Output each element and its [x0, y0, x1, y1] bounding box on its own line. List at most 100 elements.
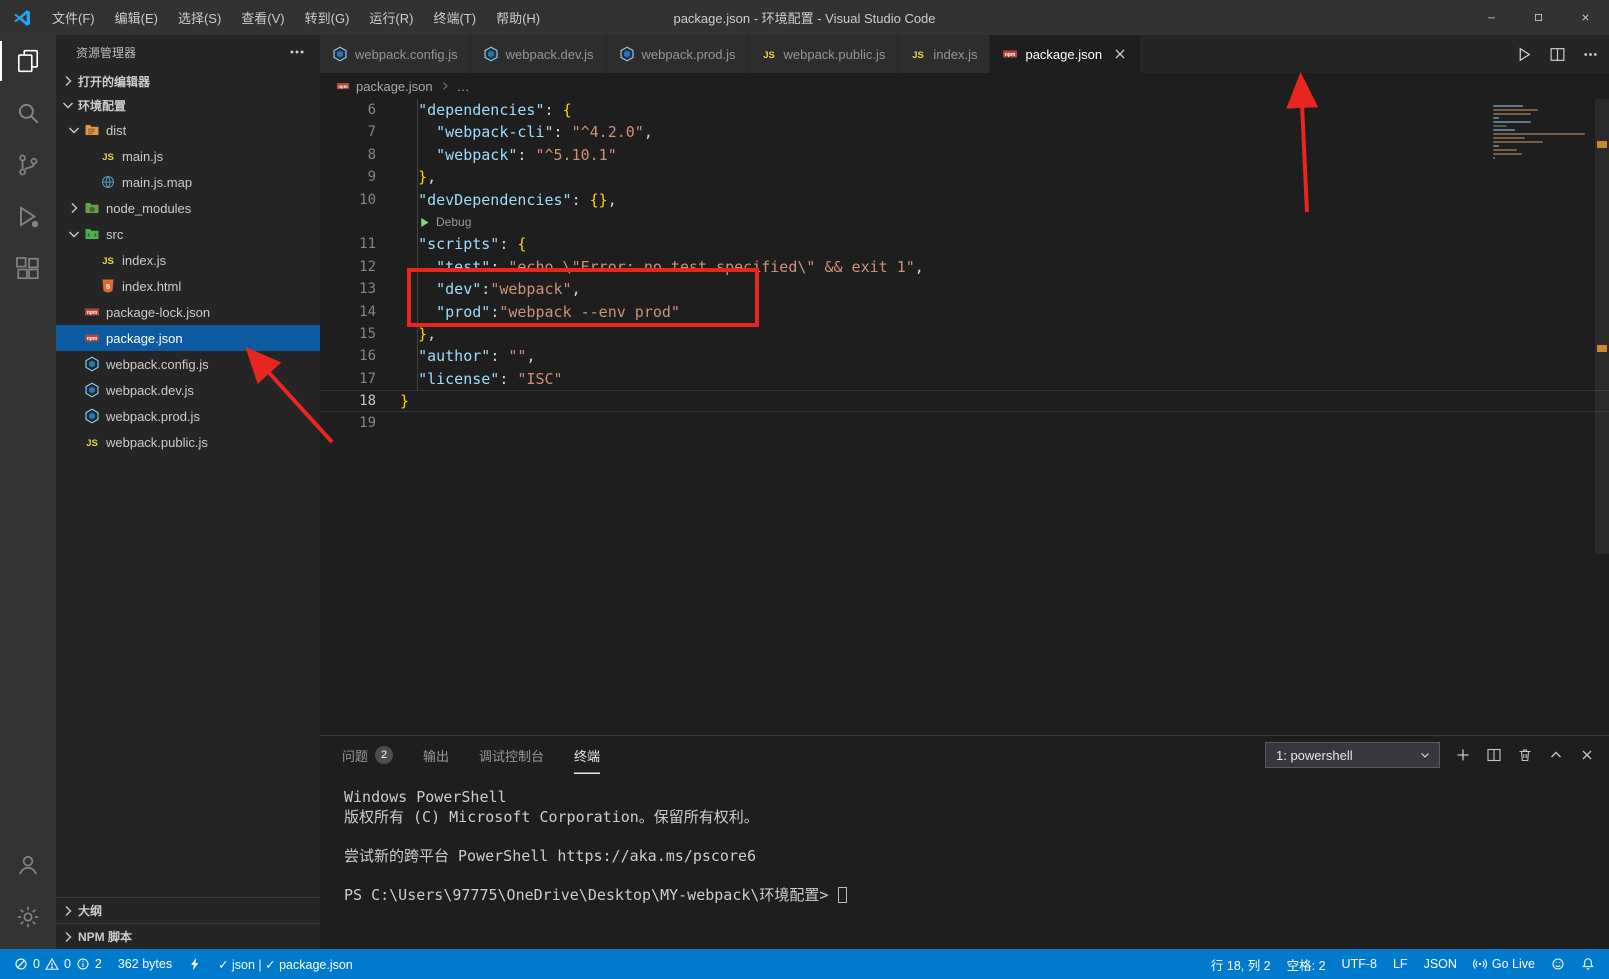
line-number: 16 [359, 348, 376, 365]
tree-item-index.js[interactable]: JS index.js [56, 247, 320, 273]
menu-item[interactable]: 帮助(H) [486, 0, 550, 35]
maximize-panel-button[interactable] [1548, 747, 1564, 763]
file-icon: npm [336, 79, 350, 93]
tree-item-webpack.prod.js[interactable]: webpack.prod.js [56, 403, 320, 429]
minimize-button[interactable] [1468, 0, 1515, 35]
notifications-button[interactable] [1573, 949, 1603, 979]
tab-webpack.prod.js[interactable]: webpack.prod.js [606, 35, 749, 73]
cursor-position[interactable]: 行 18, 列 2 [1203, 949, 1279, 979]
tree-item-package.json[interactable]: npm package.json [56, 325, 320, 351]
file-tree: dist JS main.js main.js.map node_modulessrc J… [56, 117, 320, 455]
line-number: 11 [359, 236, 376, 253]
tab-label: webpack.prod.js [641, 46, 736, 62]
minimap[interactable] [1493, 105, 1593, 165]
tree-item-dist[interactable]: dist [56, 117, 320, 143]
run-button[interactable] [1516, 46, 1533, 63]
problems-indicator[interactable]: 0 0 2 [6, 949, 110, 979]
panel-tab-terminal[interactable]: 终端 [574, 736, 600, 774]
language-mode[interactable]: JSON [1416, 949, 1465, 979]
code-editor[interactable]: 6 "dependencies": {7 "webpack-cli": "^4.… [320, 99, 1609, 735]
terminal-output[interactable]: Windows PowerShell 版权所有 (C) Microsoft Cor… [320, 774, 1609, 905]
tree-item-webpack.public.js[interactable]: JS webpack.public.js [56, 429, 320, 455]
tree-item-label: src [106, 226, 124, 242]
tab-webpack.config.js[interactable]: webpack.config.js [320, 35, 471, 73]
settings-button[interactable] [0, 891, 56, 943]
maximize-button[interactable] [1515, 0, 1562, 35]
tree-item-main.js.map[interactable]: main.js.map [56, 169, 320, 195]
eol-selector[interactable]: LF [1385, 949, 1416, 979]
feedback-icon [1551, 957, 1565, 971]
tab-webpack.dev.js[interactable]: webpack.dev.js [470, 35, 607, 73]
open-editors-section[interactable]: 打开的编辑器 [56, 69, 320, 93]
npm-scripts-section[interactable]: NPM 脚本 [56, 923, 320, 949]
webpack-icon [483, 46, 499, 62]
feedback-button[interactable] [1543, 949, 1573, 979]
more-actions-button[interactable] [1582, 46, 1599, 63]
broadcast-icon [1473, 957, 1487, 971]
search-view-button[interactable] [0, 87, 56, 139]
tab-webpack.public.js[interactable]: JS webpack.public.js [748, 35, 899, 73]
close-panel-button[interactable] [1579, 747, 1595, 763]
folder-src-icon [84, 226, 100, 242]
source-control-view-button[interactable] [0, 139, 56, 191]
tree-item-src[interactable]: src [56, 221, 320, 247]
menu-item[interactable]: 转到(G) [295, 0, 360, 35]
line-number: 15 [359, 325, 376, 342]
editor-scrollbar[interactable] [1595, 99, 1609, 554]
menu-item[interactable]: 终端(T) [423, 0, 486, 35]
tree-item-main.js[interactable]: JS main.js [56, 143, 320, 169]
tab-package.json[interactable]: npm package.json [990, 35, 1142, 73]
panel-tab-output[interactable]: 输出 [423, 736, 449, 774]
tree-item-webpack.config.js[interactable]: webpack.config.js [56, 351, 320, 377]
panel-tab-problems[interactable]: 问题 2 [342, 736, 394, 774]
outline-section[interactable]: 大纲 [56, 897, 320, 923]
lint-status[interactable]: ✓ json | ✓ package.json [210, 949, 361, 979]
account-button[interactable] [0, 839, 56, 891]
code-line-18: 18} [320, 390, 1609, 412]
split-editor-button[interactable] [1549, 46, 1566, 63]
panel-tab-debug-console[interactable]: 调试控制台 [479, 736, 544, 774]
account-icon [15, 852, 41, 878]
chevron-right-icon [439, 80, 451, 92]
split-terminal-button[interactable] [1486, 747, 1502, 763]
chevron-down-icon [66, 226, 82, 242]
menu-item[interactable]: 运行(R) [359, 0, 423, 35]
tree-item-index.html[interactable]: 5 index.html [56, 273, 320, 299]
file-size: 362 bytes [117, 957, 173, 971]
tree-item-node_modules[interactable]: node_modules [56, 195, 320, 221]
tree-item-webpack.dev.js[interactable]: webpack.dev.js [56, 377, 320, 403]
extensions-view-button[interactable] [0, 243, 56, 295]
close-icon[interactable] [1112, 46, 1128, 62]
menu-item[interactable]: 查看(V) [231, 0, 294, 35]
kill-terminal-button[interactable] [1517, 747, 1533, 763]
run-debug-view-button[interactable] [0, 191, 56, 243]
breadcrumb-more[interactable]: … [457, 79, 470, 94]
chevron-down-icon [60, 97, 76, 113]
menu-item[interactable]: 编辑(E) [105, 0, 168, 35]
tab-index.js[interactable]: JS index.js [898, 35, 991, 73]
go-live-button[interactable]: Go Live [1465, 949, 1543, 979]
breadcrumb[interactable]: npm package.json … [320, 73, 1609, 99]
code-text: "test": "echo \"Error: no test specified… [436, 257, 924, 276]
folder-section[interactable]: 环境配置 [56, 93, 320, 117]
breadcrumb-file[interactable]: package.json [356, 79, 433, 94]
more-actions-icon[interactable] [288, 43, 306, 61]
new-terminal-button[interactable] [1455, 747, 1471, 763]
live-reload-indicator[interactable] [180, 949, 210, 979]
menu-item[interactable]: 选择(S) [168, 0, 231, 35]
indentation[interactable]: 空格: 2 [1279, 949, 1334, 979]
codelens-debug[interactable]: Debug [320, 211, 1609, 233]
encoding[interactable]: UTF-8 [1334, 949, 1385, 979]
code-text: "webpack-cli": "^4.2.0", [436, 123, 653, 142]
tab-bar-tabs: webpack.config.js webpack.dev.js webpack.p… [320, 35, 1142, 73]
close-button[interactable] [1562, 0, 1609, 35]
open-editors-label: 打开的编辑器 [78, 74, 151, 89]
explorer-view-button[interactable] [0, 35, 56, 87]
terminal-picker[interactable]: 1: powershell [1265, 742, 1440, 768]
chevron-down-icon [1419, 749, 1431, 761]
tree-item-package-lock.json[interactable]: npm package-lock.json [56, 299, 320, 325]
menu-item[interactable]: 文件(F) [42, 0, 105, 35]
